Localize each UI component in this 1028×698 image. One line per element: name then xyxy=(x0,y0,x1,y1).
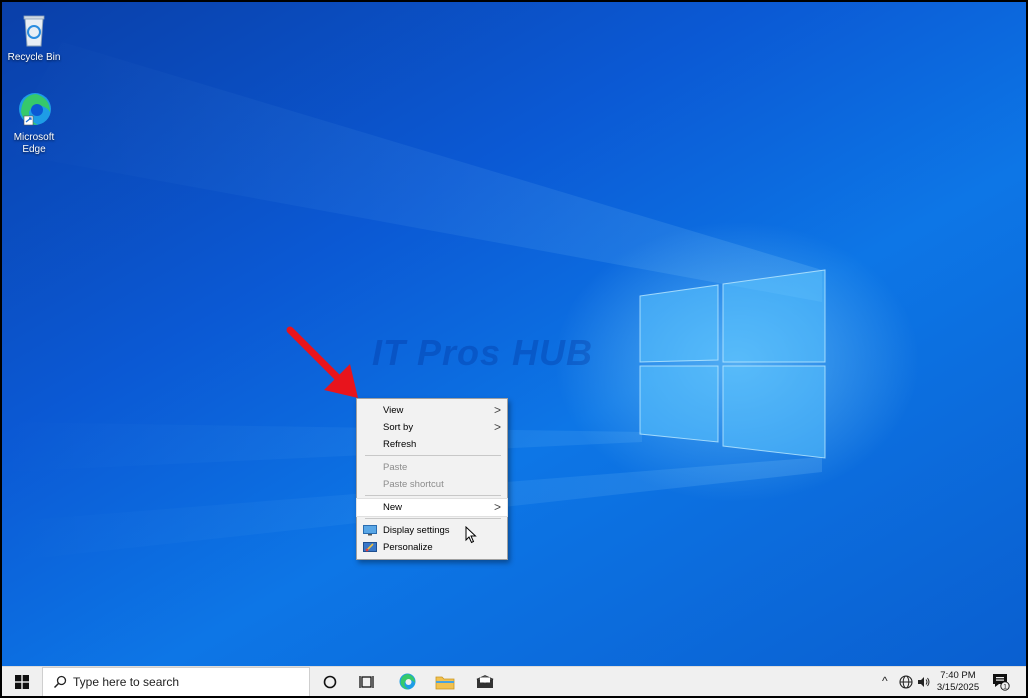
personalize-icon xyxy=(363,542,377,552)
menu-item-sort-by[interactable]: Sort by > xyxy=(357,419,507,436)
menu-item-display-settings[interactable]: Display settings xyxy=(357,522,507,539)
menu-separator xyxy=(365,455,501,456)
menu-separator xyxy=(365,518,501,519)
desktop-context-menu: View > Sort by > Refresh Paste Paste sho… xyxy=(356,398,508,560)
watermark-text: IT Pros HUB xyxy=(372,332,594,373)
menu-item-label: Sort by xyxy=(383,422,414,433)
clock-time: 7:40 PM xyxy=(940,670,976,681)
menu-separator xyxy=(365,495,501,496)
menu-item-label: Display settings xyxy=(383,525,450,536)
chevron-right-icon: > xyxy=(493,500,501,514)
screen: Recycle Bin Microsoft Edge IT Pros HUB V xyxy=(0,0,1028,698)
taskbar-clock[interactable]: 7:40 PM 3/15/2025 xyxy=(930,670,986,694)
windows-logo-wallpaper xyxy=(639,269,826,459)
chevron-right-icon: > xyxy=(493,420,501,434)
network-globe-icon[interactable] xyxy=(899,675,913,692)
menu-item-label: Refresh xyxy=(383,439,417,450)
menu-item-label: Paste shortcut xyxy=(383,479,444,490)
task-view-icon xyxy=(359,676,374,688)
desktop-icon-label: Recycle Bin xyxy=(7,52,61,63)
start-button[interactable] xyxy=(2,667,42,696)
show-hidden-icons-chevron-icon[interactable]: ^ xyxy=(882,674,888,688)
menu-item-label: New xyxy=(383,502,403,513)
clock-date: 3/15/2025 xyxy=(936,682,980,693)
taskbar-edge-button[interactable] xyxy=(390,667,424,696)
menu-item-paste-shortcut: Paste shortcut xyxy=(357,476,507,493)
menu-item-view[interactable]: View > xyxy=(357,402,507,419)
search-icon xyxy=(53,675,67,689)
edge-icon xyxy=(14,90,54,130)
edge-icon xyxy=(399,673,416,690)
display-icon xyxy=(363,525,377,536)
menu-item-refresh[interactable]: Refresh xyxy=(357,436,507,453)
mouse-cursor-icon xyxy=(465,526,477,544)
taskbar-search-box[interactable]: Type here to search xyxy=(42,667,310,696)
menu-item-label: View xyxy=(383,405,404,416)
desktop-icon-microsoft-edge[interactable]: Microsoft Edge xyxy=(4,90,64,156)
file-explorer-button[interactable] xyxy=(428,667,462,696)
menu-item-personalize[interactable]: Personalize xyxy=(357,539,507,556)
chevron-right-icon: > xyxy=(493,403,501,417)
windows-start-icon xyxy=(15,675,29,689)
menu-item-new[interactable]: New > xyxy=(356,498,508,517)
cortana-button[interactable] xyxy=(314,667,346,696)
search-placeholder: Type here to search xyxy=(73,675,180,689)
menu-item-paste: Paste xyxy=(357,459,507,476)
mail-icon xyxy=(476,675,494,688)
notification-icon: 1 xyxy=(993,674,1010,691)
file-explorer-icon xyxy=(435,676,455,690)
recycle-bin-icon xyxy=(14,10,54,50)
task-view-button[interactable] xyxy=(350,667,384,696)
mail-button[interactable] xyxy=(468,667,502,696)
desktop[interactable]: Recycle Bin Microsoft Edge IT Pros HUB V xyxy=(2,2,1026,666)
menu-item-label: Paste xyxy=(383,462,408,473)
cortana-icon xyxy=(323,675,337,689)
desktop-icon-recycle-bin[interactable]: Recycle Bin xyxy=(4,10,64,64)
desktop-icon-label: Microsoft Edge xyxy=(13,132,55,155)
taskbar: Type here to search ^ 7:40 PM 3/15/2025 … xyxy=(2,666,1026,696)
red-arrow-annotation-icon xyxy=(286,326,358,398)
menu-item-label: Personalize xyxy=(383,542,433,553)
notification-count: 1 xyxy=(1003,683,1007,690)
volume-icon[interactable] xyxy=(917,675,931,692)
action-center-button[interactable]: 1 xyxy=(992,673,1010,694)
